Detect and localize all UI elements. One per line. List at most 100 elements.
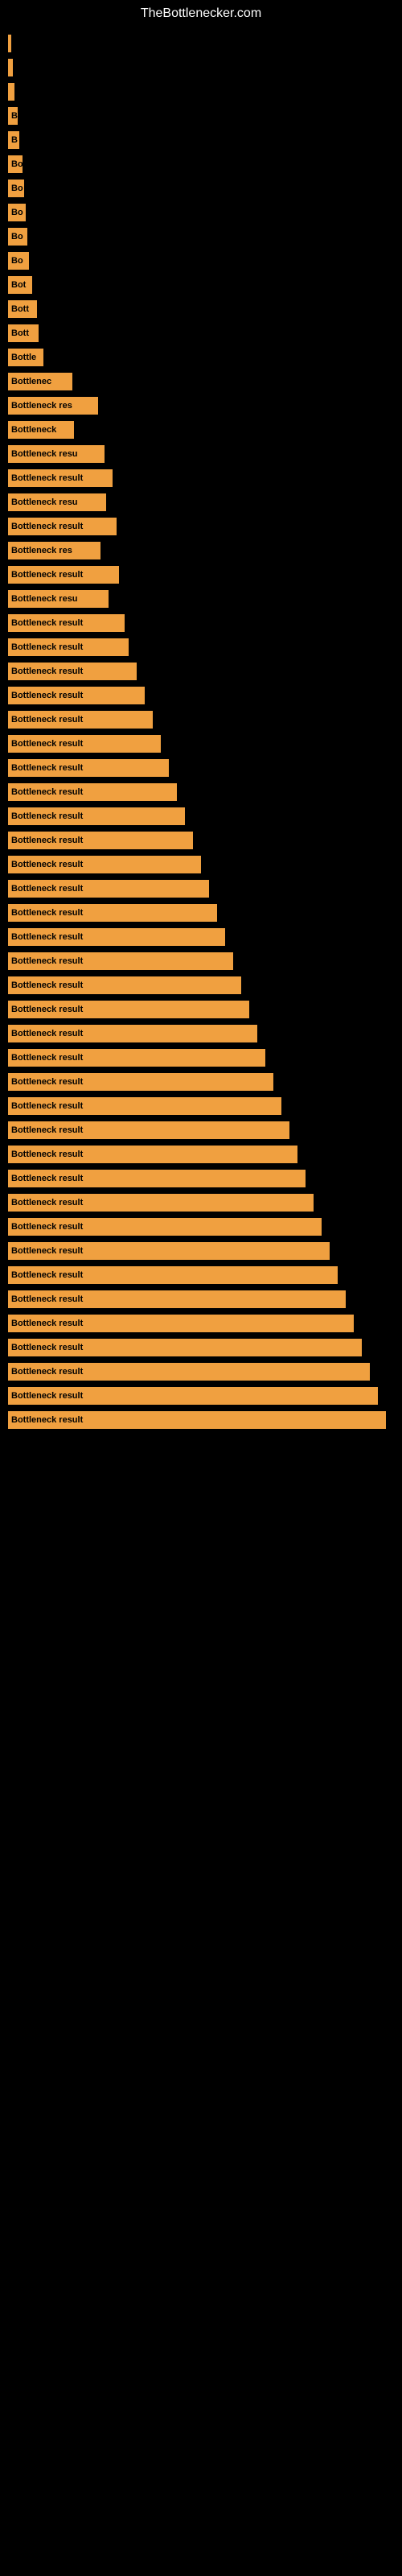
bar-row: Bottleneck result — [8, 853, 386, 876]
bar-row: Bottleneck result — [8, 877, 386, 900]
bar: Bottleneck resu — [8, 590, 109, 608]
bar-label: Bottleneck result — [11, 1319, 83, 1328]
bar: Bottleneck res — [8, 542, 100, 559]
bar-label: Bottleneck result — [11, 618, 83, 628]
bar-label: Bo — [11, 184, 23, 193]
bar-label: Bottleneck result — [11, 1029, 83, 1038]
bar-label: Bottleneck result — [11, 908, 83, 918]
bar-row: Bo — [8, 250, 386, 272]
bar-label: Bottleneck result — [11, 811, 83, 821]
bar-row: Bo — [8, 225, 386, 248]
bar-row: Bottleneck result — [8, 829, 386, 852]
bar-label: Bo — [11, 256, 23, 266]
bar-label: Bottleneck result — [11, 1077, 83, 1087]
bar-row: Bottleneck result — [8, 733, 386, 755]
bar-row: Bottleneck result — [8, 1312, 386, 1335]
bar-row — [8, 56, 386, 79]
bar: Bott — [8, 324, 39, 342]
bar-row: Bottleneck result — [8, 974, 386, 997]
bar: Bottleneck result — [8, 976, 241, 994]
bar: Bottleneck result — [8, 711, 153, 729]
bar-row: Bottleneck result — [8, 1360, 386, 1383]
bar-label: Bottleneck result — [11, 1343, 83, 1352]
bar: Bottleneck result — [8, 880, 209, 898]
bar: Bottleneck result — [8, 1121, 289, 1139]
bar: Bo — [8, 252, 29, 270]
bar-row: Bottleneck result — [8, 1191, 386, 1214]
bar-label: Bottleneck result — [11, 763, 83, 773]
bar: Bottleneck result — [8, 783, 177, 801]
bar: Bottleneck result — [8, 1194, 314, 1212]
bar-label: Bot — [11, 280, 26, 290]
bar: Bottleneck result — [8, 1218, 322, 1236]
bar-row: Bo — [8, 201, 386, 224]
bar-row: Bottleneck result — [8, 781, 386, 803]
bar-row: B — [8, 105, 386, 127]
bar: Bottleneck result — [8, 856, 201, 873]
bar-label: Bottleneck result — [11, 1246, 83, 1256]
bar: Bo — [8, 180, 24, 197]
bar: Bottleneck result — [8, 1339, 362, 1356]
bar: Bottleneck result — [8, 1315, 354, 1332]
bar-row — [8, 80, 386, 103]
bar-row: Bottleneck result — [8, 998, 386, 1021]
bar: Bottleneck result — [8, 638, 129, 656]
bar-label: Bottleneck result — [11, 1367, 83, 1377]
bar-label: Bottleneck result — [11, 570, 83, 580]
bar-label: Bottleneck res — [11, 401, 72, 411]
bar-row: Bottleneck result — [8, 1119, 386, 1141]
bar-label: Bottleneck result — [11, 739, 83, 749]
bar: Bottleneck res — [8, 397, 98, 415]
bar-label: Bottleneck result — [11, 473, 83, 483]
bar — [8, 59, 13, 76]
bar-row: Bottleneck result — [8, 1167, 386, 1190]
bar-label: Bottleneck result — [11, 884, 83, 894]
bar: Bottleneck resu — [8, 445, 105, 463]
bar: Bottleneck result — [8, 1363, 370, 1381]
bar-row: Bottleneck result — [8, 757, 386, 779]
bar: Bo — [8, 204, 26, 221]
bar-label: Bottleneck result — [11, 642, 83, 652]
bar-label: Bottleneck result — [11, 1294, 83, 1304]
bar: Bottleneck result — [8, 1290, 346, 1308]
bar: Bottleneck result — [8, 663, 137, 680]
bar-row: Bottleneck result — [8, 950, 386, 972]
bar-row: Bo — [8, 177, 386, 200]
bar: Bottleneck result — [8, 1097, 281, 1115]
bar-label: Bott — [11, 328, 29, 338]
bar: Bottleneck result — [8, 904, 217, 922]
bar: B — [8, 107, 18, 125]
bar-label: Bo — [11, 232, 23, 242]
bar-label: Bottleneck result — [11, 1125, 83, 1135]
bar-row: Bott — [8, 322, 386, 345]
bar-row: Bottleneck result — [8, 708, 386, 731]
bar-row: Bottleneck result — [8, 467, 386, 489]
bar-label: Bottleneck result — [11, 1415, 83, 1425]
bar-label: Bottlenec — [11, 377, 51, 386]
bar-row: Bottleneck result — [8, 1409, 386, 1431]
bar-row — [8, 32, 386, 55]
bar: Bottleneck result — [8, 1242, 330, 1260]
bar-row: Bottleneck result — [8, 1288, 386, 1311]
bar-label: Bottleneck result — [11, 787, 83, 797]
bar-label: Bottleneck result — [11, 1391, 83, 1401]
bar: Bo — [8, 155, 23, 173]
bar-row: Bottleneck result — [8, 1385, 386, 1407]
bar-label: Bottleneck result — [11, 1005, 83, 1014]
bar-label: Bottleneck result — [11, 1222, 83, 1232]
bar-row: Bottleneck result — [8, 902, 386, 924]
bar-row: Bottleneck result — [8, 515, 386, 538]
bar-row: Bottleneck result — [8, 660, 386, 683]
bar: Bott — [8, 300, 37, 318]
bar-row: Bot — [8, 274, 386, 296]
bar — [8, 83, 14, 101]
bar-label: Bott — [11, 304, 29, 314]
bar: Bottlenec — [8, 373, 72, 390]
bar: Bottleneck result — [8, 832, 193, 849]
bar-row: Bott — [8, 298, 386, 320]
bar: Bottleneck result — [8, 735, 161, 753]
bar: Bottleneck — [8, 421, 74, 439]
bar-label: Bottleneck resu — [11, 594, 78, 604]
bar-label: B — [11, 135, 18, 145]
bar-label: Bottleneck result — [11, 1198, 83, 1208]
